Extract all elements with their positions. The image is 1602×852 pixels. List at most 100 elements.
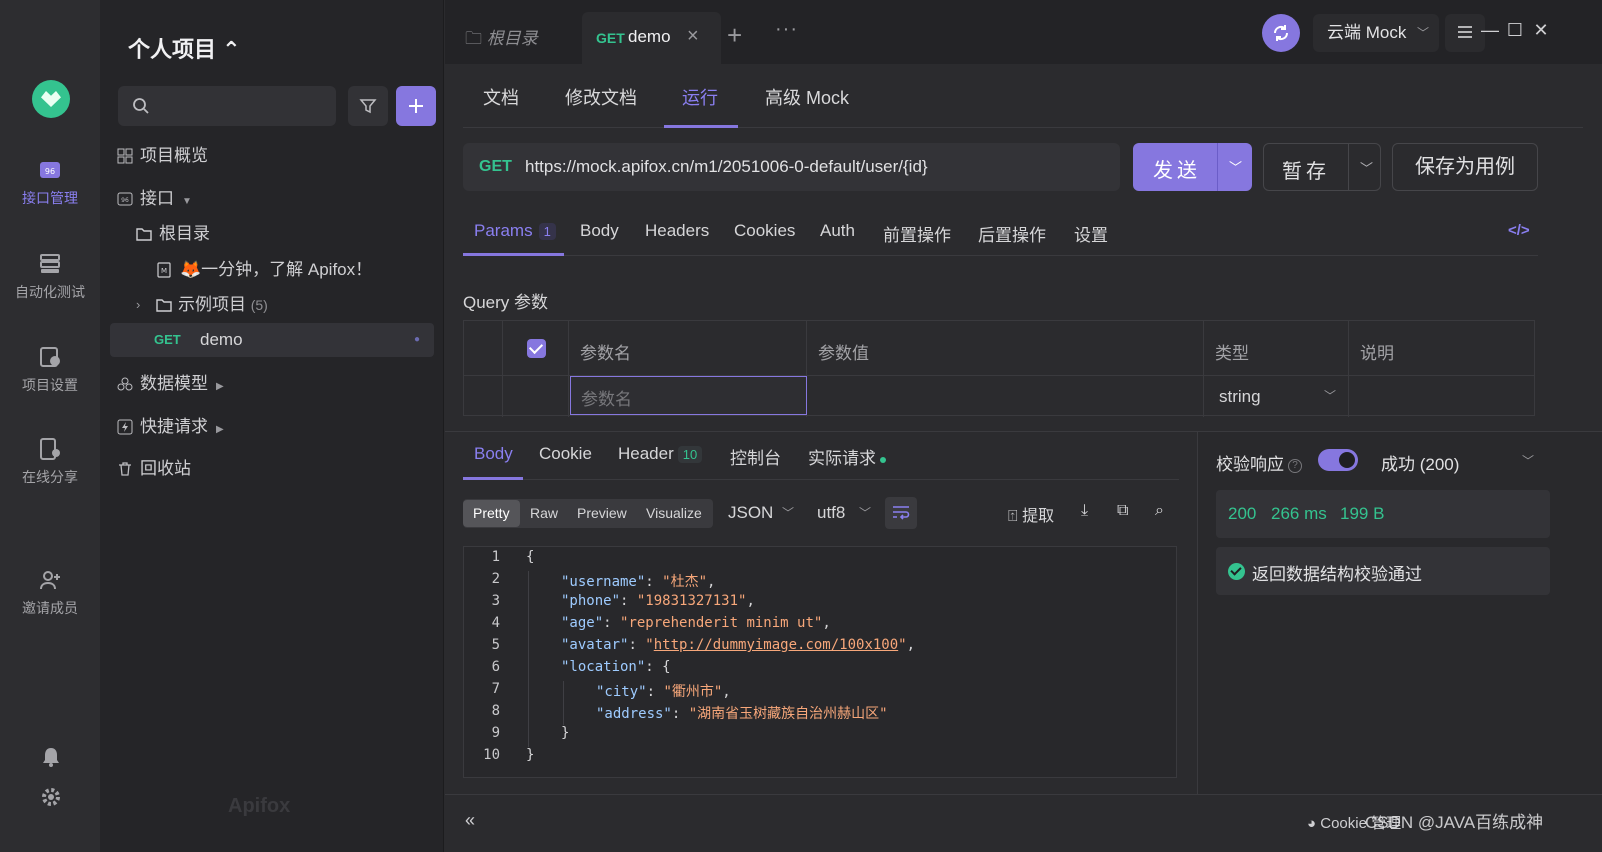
line-number: 8 [491, 703, 500, 719]
validation-toggle[interactable] [1318, 449, 1358, 471]
tab-docs[interactable]: 文档 [483, 84, 519, 110]
csdn-watermark: CSDN @JAVA百练成神 [1365, 813, 1544, 832]
response-tabs: Body Cookie Header 10 控制台 实际请求 [463, 432, 1179, 480]
validation-status-select[interactable]: 成功 (200) [1381, 450, 1459, 475]
tab-settings[interactable]: 设置 [1074, 221, 1108, 246]
code-line: "avatar": "http://dummyimage.com/100x100… [561, 637, 916, 653]
search-input[interactable] [118, 86, 336, 126]
tab-label: 根目录 [486, 29, 538, 48]
tab-response-header[interactable]: Header 10 [618, 444, 703, 464]
language-select[interactable]: JSON [728, 503, 773, 523]
response-time: 266 ms [1271, 504, 1327, 523]
sync-button[interactable] [1262, 14, 1300, 52]
method-select[interactable]: GET [479, 158, 512, 176]
sidebar-item-quick-request[interactable]: 快捷请求 ▶ [100, 410, 444, 444]
tab-edit-docs[interactable]: 修改文档 [565, 84, 637, 110]
sidebar-item-api[interactable]: 96 接口 ▼ [100, 182, 444, 216]
tab-run[interactable]: 运行 [682, 84, 718, 110]
tab-response-cookie[interactable]: Cookie [539, 444, 592, 464]
extract-icon: ⍐ [1008, 508, 1018, 525]
line-number: 10 [483, 747, 500, 763]
copy-icon[interactable]: ⧉ [1117, 502, 1128, 520]
minimize-icon[interactable]: — [1480, 20, 1500, 40]
url-bar[interactable]: GET https://mock.apifox.cn/m1/2051006-0-… [463, 143, 1120, 191]
tab-console[interactable]: 控制台 [730, 444, 781, 469]
search-icon [133, 98, 149, 114]
close-icon[interactable]: × [687, 25, 699, 48]
sidebar-item-models[interactable]: 数据模型 ▶ [100, 367, 444, 401]
tab-headers[interactable]: Headers [645, 221, 709, 241]
tab-params[interactable]: Params 1 [474, 221, 556, 241]
automation-icon [40, 254, 60, 273]
tab-actual-request[interactable]: 实际请求 [808, 444, 886, 469]
search-icon[interactable]: ⌕ [1155, 502, 1164, 520]
format-pretty[interactable]: Pretty [463, 500, 520, 527]
rail-item-share[interactable]: 在线分享 [0, 437, 100, 487]
code-line: { [526, 549, 535, 565]
folder-count: (5) [250, 297, 268, 313]
format-visualize[interactable]: Visualize [646, 505, 702, 521]
project-switcher[interactable]: 个人项目 ⌃ [128, 32, 241, 64]
sidebar-item-trash[interactable]: 回收站 [100, 452, 444, 486]
extract-button[interactable]: ⍐ 提取 [1008, 502, 1054, 526]
chevron-down-icon[interactable]: ﹀ [1229, 157, 1242, 176]
tab-advanced-mock[interactable]: 高级 Mock [765, 84, 849, 110]
more-tabs-button[interactable]: ··· [775, 18, 798, 41]
collapse-sidebar-icon[interactable]: « [465, 810, 475, 831]
chevron-down-icon[interactable]: ﹀ [1522, 452, 1534, 469]
tab-auth[interactable]: Auth [820, 221, 855, 241]
rail-item-project-settings[interactable]: 项目设置 [0, 345, 100, 395]
encoding-select[interactable]: utf8 [817, 503, 845, 523]
maximize-icon[interactable]: ☐ [1505, 20, 1525, 40]
rail-label: 在线分享 [22, 469, 78, 485]
tab-root[interactable]: 🗀 根目录 [465, 24, 538, 55]
code-icon[interactable]: </> [1508, 222, 1530, 239]
download-icon[interactable]: ⤓ [1081, 502, 1088, 520]
tab-post-ops[interactable]: 后置操作 [978, 221, 1046, 246]
filter-button[interactable] [348, 86, 388, 126]
api-item-demo[interactable]: GET demo ● [110, 323, 434, 357]
help-icon[interactable]: ? [1288, 458, 1302, 473]
tab-response-body[interactable]: Body [474, 444, 513, 464]
send-button[interactable]: 发送 ﹀ [1133, 143, 1252, 191]
validation-title: 校验响应? [1216, 450, 1302, 475]
validation-result-text: 返回数据结构校验通过 [1252, 565, 1422, 584]
filter-icon [359, 99, 377, 114]
tab-body[interactable]: Body [580, 221, 619, 241]
indent-guide [563, 681, 564, 725]
svg-text:M: M [161, 267, 167, 275]
tab-pre-ops[interactable]: 前置操作 [883, 221, 951, 246]
window-close-icon[interactable]: ✕ [1531, 20, 1551, 40]
new-tab-button[interactable]: + [727, 20, 742, 51]
column-header: 类型 [1215, 344, 1249, 363]
tab-cookies[interactable]: Cookies [734, 221, 795, 241]
format-preview[interactable]: Preview [577, 505, 627, 521]
rail-item-automation[interactable]: 自动化测试 [0, 252, 100, 302]
menu-button[interactable] [1445, 14, 1485, 52]
folder-icon [156, 299, 172, 312]
gear-icon[interactable] [40, 786, 62, 808]
rail-item-invite[interactable]: 邀请成员 [0, 568, 100, 618]
save-button[interactable]: 暂存 ﹀ [1263, 143, 1381, 191]
response-body-editor[interactable]: 1 {2 "username": "杜杰", 3 "phone": "198313271… [463, 546, 1177, 778]
query-params-title: Query 参数 [463, 293, 549, 312]
url-input[interactable]: https://mock.apifox.cn/m1/2051006-0-defa… [525, 157, 928, 177]
environment-select[interactable]: 云端 Mock ﹀ [1313, 14, 1439, 52]
chevron-down-icon[interactable]: ﹀ [1360, 158, 1373, 177]
param-type-select[interactable]: string [1219, 387, 1261, 407]
header-count: 10 [677, 446, 703, 463]
save-as-case-button[interactable]: 保存为用例 [1392, 143, 1538, 191]
sidebar-item-overview[interactable]: 项目概览 [100, 139, 444, 173]
format-raw[interactable]: Raw [530, 505, 558, 521]
select-all-checkbox[interactable] [527, 339, 546, 358]
rail-item-api[interactable]: 96 接口管理 [0, 158, 100, 208]
add-button[interactable] [396, 86, 436, 126]
app-logo-icon[interactable] [32, 80, 70, 118]
folder-example[interactable]: › 示例项目 (5) [100, 288, 444, 322]
param-name-input[interactable]: 参数名 [570, 376, 807, 415]
bell-icon[interactable] [40, 746, 62, 768]
folder-root[interactable]: 根目录 [100, 217, 444, 251]
doc-intro[interactable]: M 🦊一分钟，了解 Apifox！ [100, 253, 444, 287]
tab-demo[interactable]: GET demo × [582, 12, 721, 64]
word-wrap-button[interactable] [885, 497, 917, 529]
